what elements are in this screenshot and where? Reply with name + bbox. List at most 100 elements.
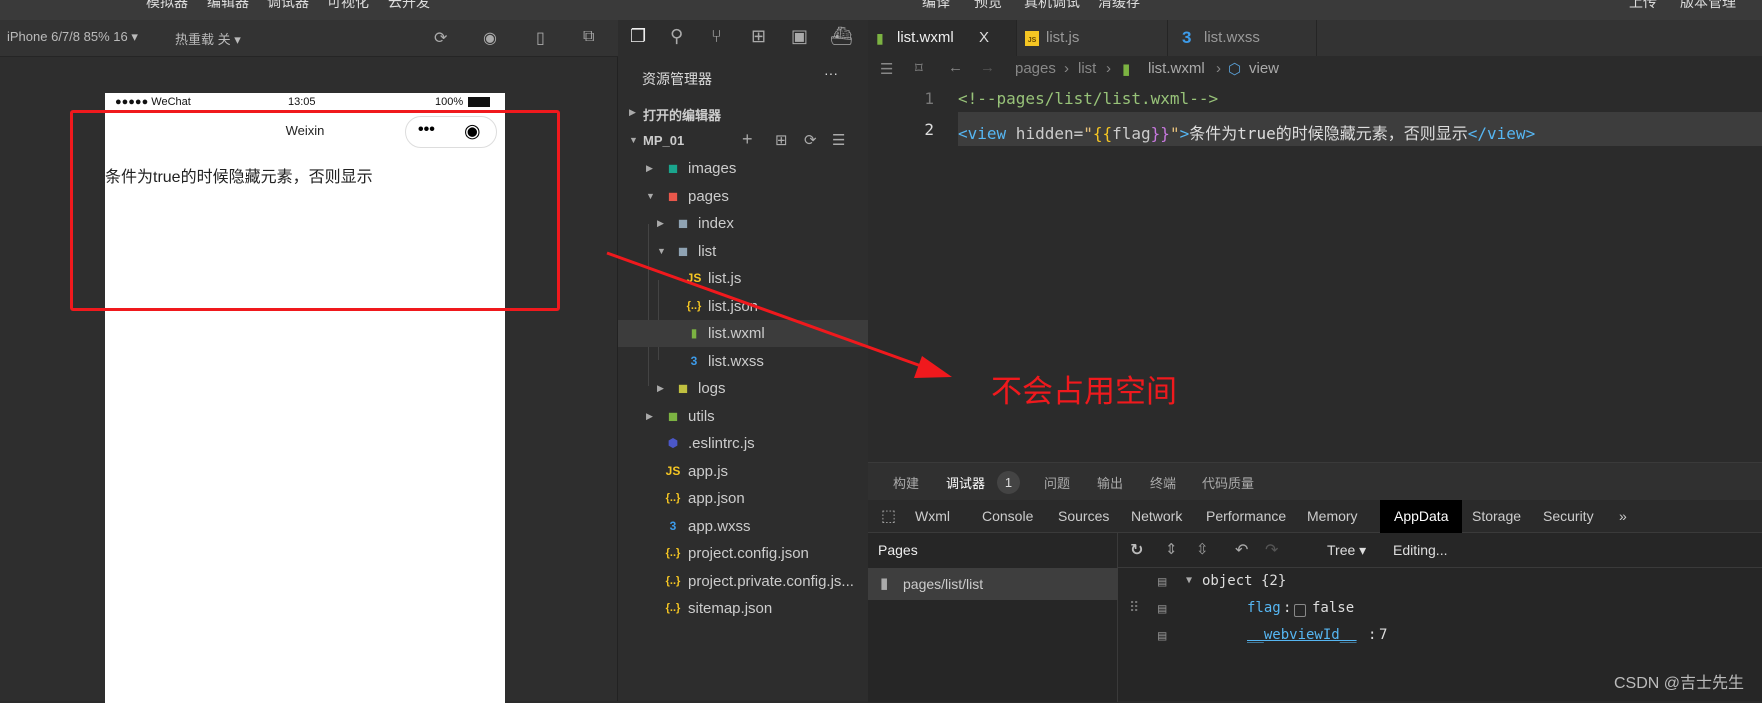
refresh-icon[interactable]: ⟳: [804, 131, 817, 149]
file-tree-item[interactable]: 3 app.wxss: [618, 513, 868, 540]
node-menu-icon[interactable]: ▤: [1158, 601, 1166, 617]
redo-icon[interactable]: ↷: [1265, 540, 1278, 560]
save-icon[interactable]: ▣: [791, 26, 808, 47]
file-tree-item[interactable]: {..} app.json: [618, 485, 868, 512]
expand-all-icon[interactable]: ⇕: [1165, 540, 1178, 558]
collapse-all-icon[interactable]: ☰: [832, 131, 845, 149]
code-line-2[interactable]: <view hidden="{{flag}}">条件为true的时候隐藏元素，否…: [958, 120, 1535, 144]
file-tree-item[interactable]: JS list.js: [618, 265, 868, 292]
code-line-1[interactable]: <!--pages/list/list.wxml-->: [958, 89, 1218, 108]
menu-compile[interactable]: 编译: [922, 0, 950, 12]
file-tree-item[interactable]: ▶ ■ images: [618, 155, 868, 182]
git-icon[interactable]: ⑂: [711, 26, 722, 47]
tab-build[interactable]: 构建: [893, 473, 919, 492]
tab-list-wxss[interactable]: 3 list.wxss: [1168, 20, 1317, 56]
extensions-icon[interactable]: ⊞: [751, 26, 766, 47]
inspect-element-icon[interactable]: ⬚: [881, 506, 896, 526]
back-arrow-icon[interactable]: ←: [948, 59, 963, 76]
forward-arrow-icon[interactable]: →: [980, 59, 995, 76]
menu-upload[interactable]: 上传: [1629, 0, 1657, 12]
refresh-icon[interactable]: ↻: [1130, 540, 1143, 560]
menu-clear-cache[interactable]: 清缓存: [1098, 0, 1140, 12]
collapsed-arrow-icon[interactable]: ▶: [646, 403, 653, 430]
expanded-arrow-icon[interactable]: ▼: [646, 183, 655, 210]
refresh-icon[interactable]: ⟳: [434, 28, 447, 48]
menu-version[interactable]: 版本管理: [1680, 0, 1736, 12]
file-tree-item[interactable]: 3 list.wxss: [618, 348, 868, 375]
tab-list-js[interactable]: JS list.js: [1017, 20, 1168, 56]
phone-icon[interactable]: ▯: [536, 28, 545, 48]
device-select[interactable]: iPhone 6/7/8 85% 16 ▾: [7, 29, 138, 45]
devtools-tab-console[interactable]: Console: [968, 500, 1047, 533]
open-editors-section[interactable]: ▶ 打开的编辑器: [618, 102, 868, 126]
crumb-list[interactable]: list: [1078, 60, 1096, 77]
webviewid-value[interactable]: 7: [1379, 627, 1387, 643]
file-tree-item[interactable]: JS app.js: [618, 458, 868, 485]
file-tree-item[interactable]: {..} sitemap.json: [618, 595, 868, 622]
crumb-view[interactable]: view: [1249, 60, 1279, 77]
devtools-tab-performance[interactable]: Performance: [1192, 500, 1300, 533]
project-section[interactable]: ▼ MP_01 + ⊞ ⟳ ☰: [618, 128, 868, 154]
file-tree-item[interactable]: ⬢ .eslintrc.js: [618, 430, 868, 457]
undo-icon[interactable]: ↶: [1235, 540, 1248, 560]
devtools-tab-storage[interactable]: Storage: [1458, 500, 1535, 533]
collapsed-arrow-icon[interactable]: ▶: [646, 155, 653, 182]
tab-code-quality[interactable]: 代码质量: [1202, 473, 1254, 492]
search-icon[interactable]: ⚲: [670, 26, 683, 47]
menu-device-debug[interactable]: 真机调试: [1024, 0, 1080, 12]
menu-editor[interactable]: 编辑器: [207, 0, 249, 12]
new-file-icon[interactable]: +: [742, 129, 753, 150]
collapse-all-icon[interactable]: ⇳: [1196, 540, 1209, 558]
expanded-arrow-icon[interactable]: ▼: [657, 238, 666, 265]
flag-value[interactable]: false: [1312, 600, 1354, 616]
file-tree-item[interactable]: ▶ ■ index: [618, 210, 868, 237]
node-menu-icon[interactable]: ▤: [1158, 574, 1166, 590]
folder-icon: ■: [667, 186, 679, 206]
tab-problems[interactable]: 问题: [1044, 473, 1070, 492]
file-tree-item[interactable]: ▼ ■ pages: [618, 183, 868, 210]
file-tree-item[interactable]: ▮ list.wxml: [618, 320, 868, 347]
files-icon[interactable]: ❐: [630, 26, 646, 47]
new-folder-icon[interactable]: ⊞: [775, 131, 788, 149]
window-icon[interactable]: ⧉: [583, 28, 594, 46]
collapsed-arrow-icon[interactable]: ▶: [657, 210, 664, 237]
crumb-file[interactable]: list.wxml: [1148, 60, 1205, 77]
tab-debugger[interactable]: 调试器: [946, 473, 986, 502]
crumb-pages[interactable]: pages: [1015, 60, 1056, 77]
outline-icon[interactable]: ☰: [880, 60, 893, 78]
devtools-tab-appdata[interactable]: AppData: [1380, 500, 1463, 533]
collapsed-arrow-icon[interactable]: ▶: [657, 375, 664, 402]
docker-icon[interactable]: ⛴: [830, 26, 853, 47]
devtools-tab-»[interactable]: »: [1605, 500, 1641, 533]
file-tree-item[interactable]: {..} project.private.config.js...: [618, 568, 868, 595]
menu-cloud[interactable]: 云开发: [388, 0, 430, 12]
node-menu-icon[interactable]: ▤: [1158, 628, 1166, 644]
devtools-tab-memory[interactable]: Memory: [1293, 500, 1372, 533]
menu-visual[interactable]: 可视化: [327, 0, 369, 12]
file-tree-item[interactable]: ▶ ■ logs: [618, 375, 868, 402]
page-item[interactable]: ▮ pages/list/list: [868, 568, 1118, 600]
menu-debugger[interactable]: 调试器: [267, 0, 309, 12]
close-tab-button[interactable]: X: [979, 20, 989, 56]
flag-checkbox[interactable]: [1294, 604, 1306, 617]
devtools-tab-network[interactable]: Network: [1117, 500, 1196, 533]
file-tree-item[interactable]: {..} project.config.json: [618, 540, 868, 567]
tab-terminal[interactable]: 终端: [1150, 473, 1176, 492]
devtools-tab-sources[interactable]: Sources: [1044, 500, 1123, 533]
file-tree-item[interactable]: ▶ ■ utils: [618, 403, 868, 430]
file-tree-item[interactable]: {..} list.json: [618, 293, 868, 320]
file-tree-item[interactable]: ▼ ■ list: [618, 238, 868, 265]
drag-handle-icon[interactable]: ⠿: [1129, 600, 1139, 616]
stop-icon[interactable]: ◉: [483, 28, 497, 48]
expanded-arrow-icon[interactable]: ▼: [1186, 575, 1192, 586]
view-mode-select[interactable]: Tree ▾: [1327, 542, 1366, 559]
explorer-more-button[interactable]: ···: [824, 65, 838, 81]
tab-list-wxml[interactable]: ▮ list.wxml X: [868, 20, 1017, 56]
hot-reload-select[interactable]: 热重载 关 ▾: [175, 29, 241, 48]
devtools-tab-security[interactable]: Security: [1529, 500, 1608, 533]
devtools-tab-wxml[interactable]: Wxml: [901, 500, 964, 533]
tab-output[interactable]: 输出: [1097, 473, 1123, 492]
menu-preview[interactable]: 预览: [974, 0, 1002, 12]
menu-simulator[interactable]: 模拟器: [146, 0, 188, 12]
bookmark-icon[interactable]: ⌑: [915, 59, 923, 77]
